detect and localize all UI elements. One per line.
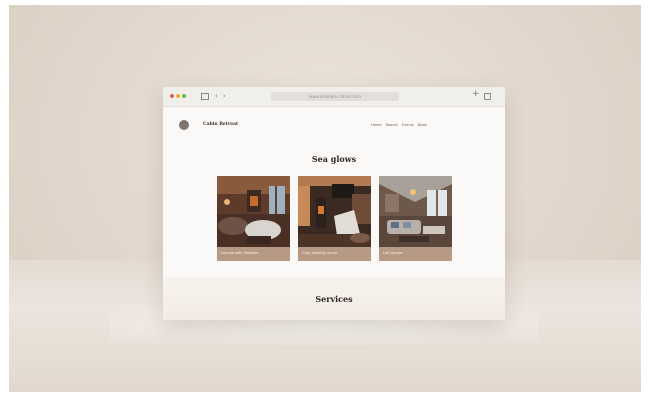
- room-card-caption-text: Cozy reading corner: [302, 251, 338, 255]
- room-photo-lounge: [217, 176, 290, 247]
- nav-item-events[interactable]: Events: [402, 122, 414, 128]
- new-tab-icon[interactable]: +: [472, 90, 480, 99]
- room-card-caption: Lounge with fireplace: [217, 247, 290, 261]
- room-card-caption: Loft lounge: [379, 247, 452, 261]
- nav-item-rooms[interactable]: Rooms: [386, 122, 398, 128]
- site-brand-name[interactable]: Cabin Retreat: [203, 122, 238, 128]
- room-card[interactable]: Loft lounge: [379, 176, 452, 261]
- room-card-caption-text: Lounge with fireplace: [221, 251, 259, 255]
- room-card-caption: Cozy reading corner: [298, 247, 371, 261]
- site-header: Cabin Retreat Home Rooms Events Book: [163, 106, 505, 146]
- browser-toolbar: ‹ › www.example-cabins.com +: [163, 87, 505, 107]
- room-photo-loft: [379, 176, 452, 247]
- browser-window: ‹ › www.example-cabins.com + Cabin Retre…: [163, 87, 505, 320]
- room-card[interactable]: Lounge with fireplace: [217, 176, 290, 261]
- address-bar-url: www.example-cabins.com: [308, 94, 362, 99]
- site-logo[interactable]: [179, 120, 189, 130]
- maximize-window-icon[interactable]: [182, 94, 186, 98]
- nav-item-home[interactable]: Home: [371, 122, 382, 128]
- featured-section-title: Sea glows: [311, 154, 357, 164]
- nav-item-book[interactable]: Book: [418, 122, 427, 128]
- forward-arrow-icon[interactable]: ›: [223, 92, 226, 101]
- room-card-caption-text: Loft lounge: [383, 251, 403, 255]
- site-nav: Home Rooms Events Book: [371, 122, 427, 128]
- sidebar-toggle-icon[interactable]: [201, 93, 209, 100]
- room-photo-reading-corner: [298, 176, 371, 247]
- back-arrow-icon[interactable]: ‹: [215, 92, 218, 101]
- address-bar[interactable]: www.example-cabins.com: [271, 92, 399, 101]
- minimize-window-icon[interactable]: [176, 94, 180, 98]
- tab-overview-icon[interactable]: [484, 93, 491, 100]
- room-card[interactable]: Cozy reading corner: [298, 176, 371, 261]
- services-section-title: Services: [315, 294, 353, 304]
- close-window-icon[interactable]: [170, 94, 174, 98]
